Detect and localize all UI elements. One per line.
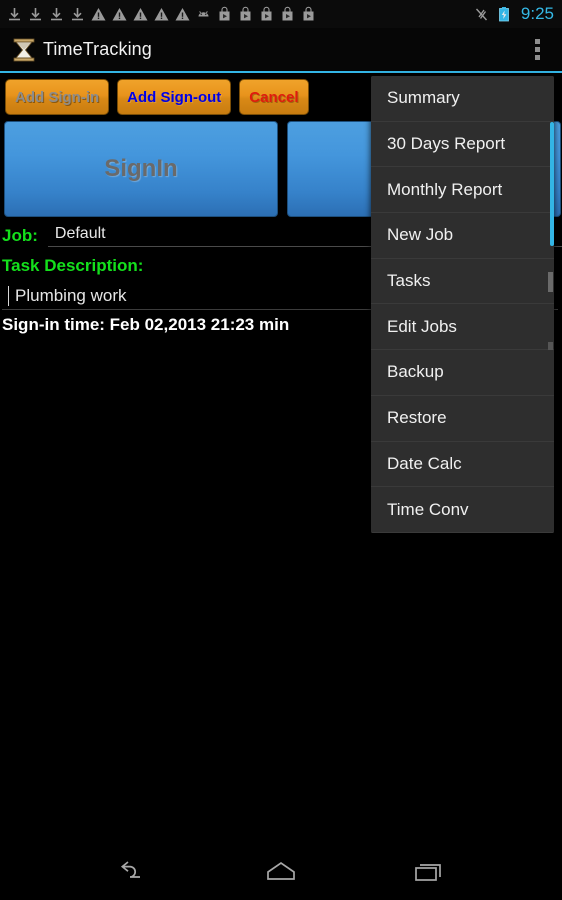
- job-label: Job:: [2, 226, 38, 245]
- accent-divider: [0, 71, 562, 73]
- status-bar: 9:25: [0, 0, 562, 28]
- menu-item-new-job[interactable]: New Job: [371, 213, 554, 259]
- battery-charging-icon: [497, 6, 514, 23]
- warning-triangle-icon: [174, 6, 191, 23]
- menu-item-restore[interactable]: Restore: [371, 395, 554, 442]
- hourglass-icon: [10, 36, 38, 64]
- warning-triangle-icon: [153, 6, 170, 23]
- back-icon[interactable]: [99, 852, 169, 892]
- play-store-icon: [300, 6, 317, 23]
- download-icon: [6, 6, 23, 23]
- play-store-icon: [258, 6, 275, 23]
- action-bar: TimeTracking: [0, 28, 562, 71]
- app-title: TimeTracking: [43, 39, 152, 59]
- play-store-icon: [237, 6, 254, 23]
- add-signin-button[interactable]: Add Sign-in: [5, 79, 110, 115]
- status-bar-system-icons: 9:25: [473, 4, 554, 24]
- overflow-dot: [534, 39, 540, 44]
- warning-triangle-icon: [111, 6, 128, 23]
- menu-item-date-calc[interactable]: Date Calc: [371, 441, 554, 488]
- signin-time-text: Sign-in time: Feb 02,2013 21:23 min: [2, 315, 290, 334]
- menu-item-edit-jobs[interactable]: Edit Jobs: [371, 304, 554, 351]
- overflow-menu-icon[interactable]: [512, 28, 562, 71]
- android-screen: 9:25 TimeTracking Add Sign-in Add Sign-o…: [0, 0, 562, 900]
- menu-item-30-days-report[interactable]: 30 Days Report: [371, 121, 554, 168]
- download-icon: [27, 6, 44, 23]
- signin-button-label: SignIn: [104, 155, 178, 182]
- add-signout-button[interactable]: Add Sign-out: [117, 79, 232, 115]
- play-store-icon: [216, 6, 233, 23]
- cancel-button[interactable]: Cancel: [239, 79, 309, 115]
- menu-item-backup[interactable]: Backup: [371, 350, 554, 396]
- task-description-value: Plumbing work: [15, 285, 127, 305]
- status-bar-clock: 9:25: [520, 4, 554, 23]
- android-head-icon: [195, 6, 212, 23]
- navigation-bar: [0, 844, 562, 900]
- text-caret: [8, 285, 9, 306]
- silent-mode-icon: [473, 6, 490, 23]
- task-description-label: Task Description:: [2, 256, 144, 275]
- menu-item-monthly-report[interactable]: Monthly Report: [371, 167, 554, 214]
- menu-item-time-conv[interactable]: Time Conv: [371, 487, 554, 533]
- overflow-dot: [534, 47, 540, 52]
- menu-scrollbar[interactable]: [550, 122, 554, 246]
- job-value: Default: [54, 225, 106, 242]
- signin-button[interactable]: SignIn: [4, 121, 278, 217]
- download-icon: [69, 6, 86, 23]
- menu-item-summary[interactable]: Summary: [371, 76, 554, 122]
- warning-triangle-icon: [90, 6, 107, 23]
- home-icon[interactable]: [246, 852, 316, 892]
- download-icon: [48, 6, 65, 23]
- status-bar-notification-icons: [6, 6, 473, 23]
- recents-icon[interactable]: [393, 852, 463, 892]
- warning-triangle-icon: [132, 6, 149, 23]
- overflow-menu: Summary 30 Days Report Monthly Report Ne…: [371, 76, 554, 533]
- menu-scroll-indicator: [548, 272, 553, 292]
- menu-scroll-indicator: [548, 342, 553, 350]
- overflow-dot: [534, 55, 540, 60]
- play-store-icon: [279, 6, 296, 23]
- menu-item-tasks[interactable]: Tasks: [371, 258, 554, 305]
